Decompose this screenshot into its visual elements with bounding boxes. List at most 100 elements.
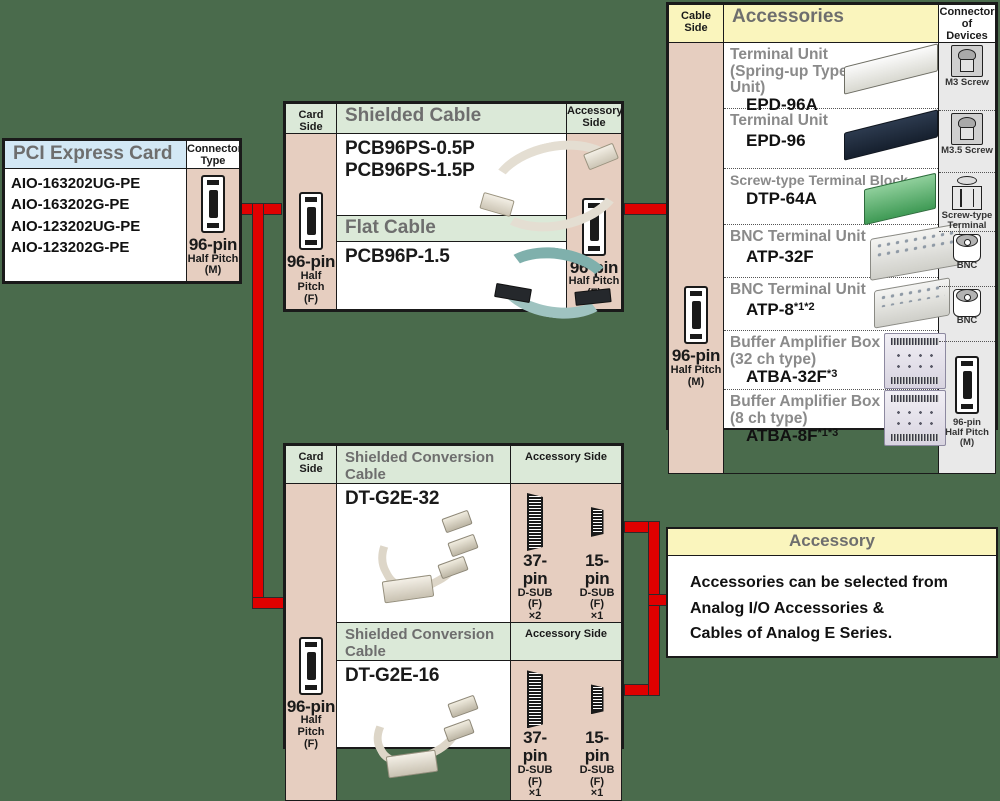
accessory-row[interactable]: Terminal Unit (Spring-up Type Terminal U… bbox=[724, 43, 938, 113]
accessory-note-line-1: Analog I/O Accessories & bbox=[690, 599, 885, 617]
cable-card-connector-gender: (F) bbox=[303, 292, 319, 305]
accessory-row[interactable]: BNC Terminal Unit ATP-8*1*2 bbox=[724, 277, 950, 332]
cable-card-connector-cell: 96-pin Half Pitch (F) bbox=[285, 133, 337, 310]
dsub-37-icon bbox=[511, 669, 559, 729]
conv16-conn0-label: 37-pin D-SUB (F) ×1 bbox=[511, 729, 559, 799]
washer-icon bbox=[957, 176, 977, 186]
accessories-rows-cell: Terminal Unit (Spring-up Type Terminal U… bbox=[723, 42, 960, 475]
card-connector-label: 96-pin Half Pitch (M) bbox=[187, 236, 239, 277]
conv16-accessory-cell: 37-pin D-SUB (F) ×1 15-pin D-SUB (F) ×1 bbox=[510, 660, 622, 801]
conversion-cable-32-photo bbox=[364, 500, 479, 606]
accessory-code: ATBA-32F bbox=[746, 366, 827, 386]
conv32-conn0-qty: ×2 bbox=[528, 609, 542, 622]
conversion-cable-16-photo bbox=[361, 677, 479, 780]
conv16-conn0-qty: ×1 bbox=[528, 787, 542, 800]
half-pitch-connector-icon bbox=[299, 191, 323, 250]
conv16-conn0-gender: (F) bbox=[527, 775, 543, 788]
conv-card-connector-label: 96-pin Half Pitch (F) bbox=[286, 696, 336, 750]
cable-card-connector-type: Half Pitch bbox=[297, 269, 325, 294]
screw-type-terminal-icon bbox=[952, 186, 982, 211]
conv32-conn0-pins: 37-pin bbox=[522, 551, 548, 588]
cable-card-side-label: Card Side bbox=[298, 109, 324, 134]
conv16-title: Shielded Conversion Cable bbox=[345, 626, 495, 661]
conv16-part: DT-G2E-16 bbox=[345, 665, 440, 687]
cable-side-header: Cable Side bbox=[668, 3, 724, 44]
conv16-conn0-type: D-SUB bbox=[517, 764, 553, 777]
shielded-cable-title: Shielded Cable bbox=[345, 105, 482, 126]
shielded-cable-parts-cell: PCB96PS-0.5P PCB96PS-1.5P bbox=[336, 128, 633, 244]
conv32-connector-1: 15-pin D-SUB (F) ×1 bbox=[573, 492, 621, 622]
device-label: BNC bbox=[956, 315, 978, 327]
half-pitch-connector-icon bbox=[684, 286, 708, 345]
accessory-code: ATBA-8F bbox=[746, 425, 818, 445]
conv32-conn1-pins: 15-pin bbox=[584, 551, 610, 588]
card-model-1: AIO-163202G-PE bbox=[11, 196, 130, 214]
dsub-15-icon bbox=[573, 669, 621, 729]
accessory-note-body: Accessories can be selected from Analog … bbox=[668, 556, 996, 647]
m3-screw-icon bbox=[951, 45, 983, 78]
wire-branch-vertical bbox=[252, 203, 264, 609]
conv16-accessory-side-header: Accessory Side bbox=[510, 622, 622, 662]
accessory-note: *1*3 bbox=[817, 426, 839, 439]
accessory-note-line-0: Accessories can be selected from bbox=[690, 574, 948, 591]
conv16-part-cell: DT-G2E-16 bbox=[336, 660, 511, 801]
accessory-note: *3 bbox=[826, 367, 838, 380]
conv32-conn0-label: 37-pin D-SUB (F) ×2 bbox=[511, 552, 559, 622]
cable-accessory-side-header: Accessory Side bbox=[566, 102, 623, 135]
buffer-amp-32-photo bbox=[884, 333, 946, 390]
devices-col-label: Connector of Devices bbox=[939, 6, 995, 43]
device-label: M3.5 Screw bbox=[941, 145, 993, 157]
half-pitch-connector-icon bbox=[955, 356, 979, 415]
connector-type-header-cell: Connector Type bbox=[186, 140, 242, 169]
shielded-cable-photo bbox=[479, 128, 633, 244]
wire-cable-to-accessory bbox=[624, 203, 668, 215]
card-models-cell: AIO-163202UG-PE AIO-163202G-PE AIO-12320… bbox=[4, 168, 187, 282]
conv16-conn1-type: D-SUB bbox=[579, 764, 615, 777]
accessory-row[interactable]: Buffer Amplifier Box (32 ch type) ATBA-3… bbox=[724, 331, 946, 391]
conv16-connector-1: 15-pin D-SUB (F) ×1 bbox=[573, 669, 621, 799]
card-connector-gender: (M) bbox=[204, 264, 222, 277]
device-cell: 96-pin Half Pitch (M) bbox=[939, 356, 995, 473]
buffer-amp-8-photo bbox=[884, 390, 946, 447]
card-connector-cell: 96-pin Half Pitch (M) bbox=[186, 168, 240, 282]
half-pitch-connector-icon bbox=[201, 175, 225, 233]
terminal-unit-dark-photo bbox=[844, 109, 938, 161]
conv-card-connector-gender: (F) bbox=[303, 737, 319, 750]
device-label: M3 Screw bbox=[945, 77, 989, 89]
conv-card-connector-cell: 96-pin Half Pitch (F) bbox=[285, 483, 337, 801]
accessories-title: Accessories bbox=[732, 6, 844, 27]
accessory-row[interactable]: BNC Terminal Unit ATP-32F bbox=[724, 223, 960, 282]
connector-type-header: Connector Type bbox=[187, 143, 242, 168]
conv16-connectors: 37-pin D-SUB (F) ×1 15-pin D-SUB (F) ×1 bbox=[511, 661, 621, 799]
device-label: BNC bbox=[956, 260, 978, 272]
cable-card-connector-pins: 96-pin bbox=[286, 251, 336, 271]
accessory-note: *1*2 bbox=[793, 300, 815, 313]
m35-screw-icon bbox=[951, 113, 983, 146]
device-cell: BNC bbox=[939, 289, 995, 343]
conv32-part: DT-G2E-32 bbox=[345, 488, 440, 509]
card-model-0: AIO-163202UG-PE bbox=[11, 175, 141, 192]
accessories-cable-connector-type: Half Pitch bbox=[670, 364, 722, 377]
conv16-conn1-qty: ×1 bbox=[590, 787, 604, 800]
cable-side-label: Cable Side bbox=[681, 10, 711, 35]
accessories-cable-connector-gender: (M) bbox=[687, 375, 705, 388]
device-label: Screw-type Terminal bbox=[941, 210, 993, 232]
card-table-title: PCI Express Card bbox=[13, 143, 173, 164]
conv-card-connector-type: Half Pitch bbox=[297, 714, 325, 738]
accessory-row[interactable]: Buffer Amplifier Box (8 ch type) ATBA-8F… bbox=[724, 390, 946, 448]
cable-card-connector-label: 96-pin Half Pitch (F) bbox=[286, 251, 336, 305]
devices-col-header: Connector of Devices bbox=[938, 3, 996, 44]
conv32-accessory-side-label: Accessory Side bbox=[525, 451, 607, 463]
bnc-icon bbox=[953, 289, 981, 318]
flat-cable-parts-cell: PCB96P-1.5 bbox=[336, 240, 619, 326]
accessories-title-cell: Accessories bbox=[723, 3, 939, 44]
terminal-block-green-photo bbox=[864, 172, 936, 226]
accessories-table: Cable Side Accessories Connector of Devic… bbox=[666, 2, 998, 475]
card-connector-pins: 96-pin bbox=[188, 235, 238, 254]
flat-cable-photo bbox=[492, 240, 619, 326]
conv32-connector-0: 37-pin D-SUB (F) ×2 bbox=[511, 492, 559, 622]
accessory-row[interactable]: Screw-type Terminal Block DTP-64A bbox=[724, 169, 938, 226]
conv-card-connector-pins: 96-pin bbox=[286, 696, 336, 716]
terminal-unit-white-photo bbox=[844, 43, 938, 95]
accessory-row[interactable]: Terminal Unit EPD-96 bbox=[724, 109, 938, 170]
